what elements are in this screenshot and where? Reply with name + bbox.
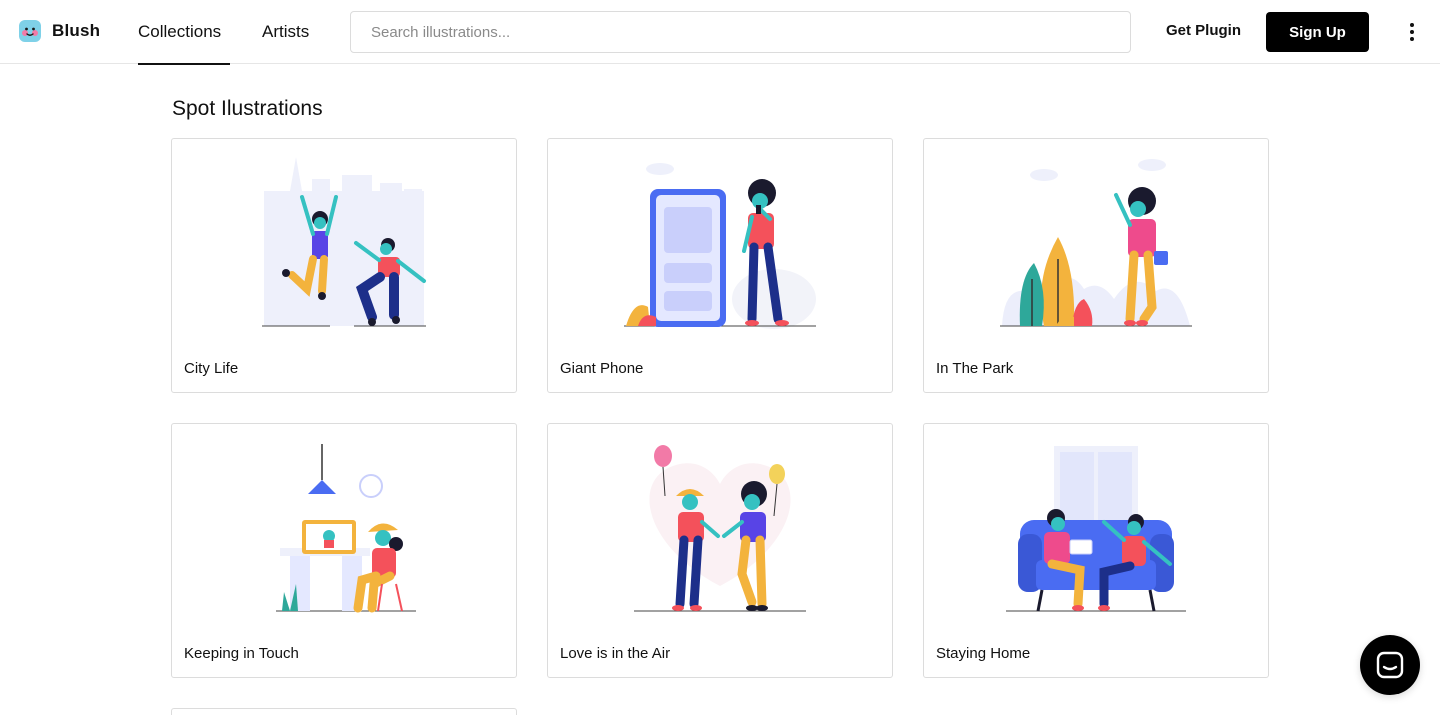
staying-home-illustration <box>1006 446 1186 612</box>
brand-name: Blush <box>52 21 101 40</box>
collection-card-love-is-in-the-air[interactable]: Love is in the Air <box>547 423 893 678</box>
collection-card-keeping-in-touch[interactable]: Keeping in Touch <box>171 423 517 678</box>
blush-logo-icon <box>19 20 41 42</box>
brand-logo[interactable]: Blush <box>18 19 100 43</box>
card-title: Keeping in Touch <box>184 645 299 662</box>
chat-icon <box>1376 651 1404 679</box>
collection-card-giant-phone[interactable]: Giant Phone <box>547 138 893 393</box>
collection-card-in-the-park[interactable]: In The Park <box>923 138 1269 393</box>
collection-card-staying-home[interactable]: Staying Home <box>923 423 1269 678</box>
more-vertical-icon[interactable] <box>1402 20 1422 44</box>
more-dot <box>1410 37 1414 41</box>
tab-collections-label: Collections <box>138 22 222 41</box>
card-title: Love is in the Air <box>560 645 671 662</box>
card-title: In The Park <box>936 360 1014 377</box>
collection-card-partial[interactable] <box>171 708 517 715</box>
love-is-in-the-air-illustration <box>634 445 806 612</box>
search-input[interactable] <box>350 11 1131 53</box>
city-life-illustration <box>262 157 426 327</box>
in-the-park-illustration <box>1000 159 1192 327</box>
card-title: City Life <box>184 360 239 377</box>
card-title: Staying Home <box>936 645 1031 662</box>
tab-artists[interactable]: Artists <box>262 0 309 64</box>
more-dot <box>1410 23 1414 27</box>
get-plugin-link[interactable]: Get Plugin <box>1166 22 1241 39</box>
sign-up-button[interactable]: Sign Up <box>1266 12 1369 52</box>
card-title: Giant Phone <box>560 360 644 377</box>
top-navigation-bar: Blush Collections Artists Get Plugin Sig… <box>0 0 1440 65</box>
tab-collections[interactable]: Collections <box>138 0 230 65</box>
section-title: Spot Ilustrations <box>172 97 323 120</box>
giant-phone-illustration <box>624 163 816 329</box>
more-dot <box>1410 30 1414 34</box>
tab-artists-label: Artists <box>262 22 310 41</box>
collection-card-city-life[interactable]: City Life <box>171 138 517 393</box>
keeping-in-touch-illustration <box>276 444 416 613</box>
chat-button[interactable] <box>1360 635 1420 695</box>
